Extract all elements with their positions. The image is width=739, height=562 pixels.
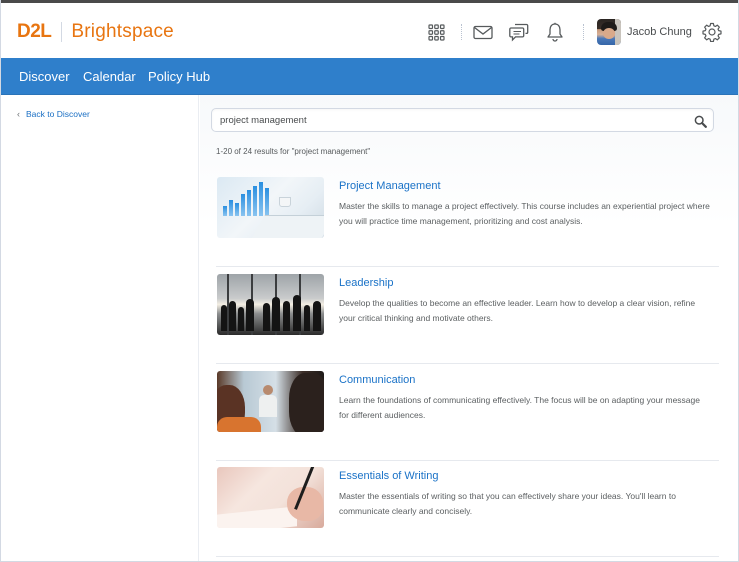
nav-item-policy-hub[interactable]: Policy Hub (148, 69, 210, 84)
sidebar: ‹ Back to Discover (1, 95, 199, 561)
chat-icon[interactable] (508, 21, 530, 43)
result-description: Master the skills to manage a project ef… (339, 201, 710, 226)
bell-icon[interactable] (544, 21, 566, 43)
search-button[interactable] (692, 113, 708, 129)
nav-item-discover[interactable]: Discover (19, 69, 70, 84)
main-nav: Discover Calendar Policy Hub (1, 58, 738, 95)
result-title[interactable]: Project Management (339, 180, 441, 192)
user-name[interactable]: Jacob Chung (627, 26, 692, 38)
result-description: Master the essentials of writing so that… (339, 491, 676, 516)
result-title[interactable]: Communication (339, 374, 415, 386)
result-thumbnail[interactable] (217, 467, 324, 528)
result-thumbnail[interactable] (217, 371, 324, 432)
result-item: Project Management Master the skills to … (216, 170, 719, 267)
result-title[interactable]: Essentials of Writing (339, 470, 438, 482)
header-actions: Jacob Chung (1, 3, 738, 58)
result-item: Leadership Develop the qualities to beco… (216, 267, 719, 364)
user-avatar[interactable] (597, 19, 621, 45)
result-description: Learn the foundations of communicating e… (339, 395, 700, 420)
apps-grid-icon[interactable] (425, 21, 447, 43)
search-input[interactable] (220, 113, 680, 128)
mail-icon[interactable] (472, 21, 494, 43)
chevron-left-icon: ‹ (17, 109, 20, 119)
search-icon (694, 115, 707, 128)
search-box (211, 108, 714, 132)
result-item: Communication Learn the foundations of c… (216, 364, 719, 461)
header-divider (583, 24, 584, 40)
back-link-label: Back to Discover (26, 109, 90, 119)
header: D2L Brightspace Jacob Chung (1, 3, 738, 58)
results-summary: 1-20 of 24 results for "project manageme… (216, 147, 371, 156)
result-item: Essentials of Writing Master the essenti… (216, 460, 719, 557)
result-description: Develop the qualities to become an effec… (339, 298, 696, 323)
header-divider (461, 24, 462, 40)
back-to-discover-link[interactable]: ‹ Back to Discover (17, 109, 90, 119)
result-thumbnail[interactable] (217, 274, 324, 335)
result-title[interactable]: Leadership (339, 277, 393, 289)
nav-item-calendar[interactable]: Calendar (83, 69, 136, 84)
gear-icon[interactable] (701, 21, 723, 43)
app-window: D2L Brightspace Jacob Chung Discover Cal… (0, 0, 739, 562)
search-results-panel: 1-20 of 24 results for "project manageme… (200, 95, 738, 561)
result-thumbnail[interactable] (217, 177, 324, 238)
